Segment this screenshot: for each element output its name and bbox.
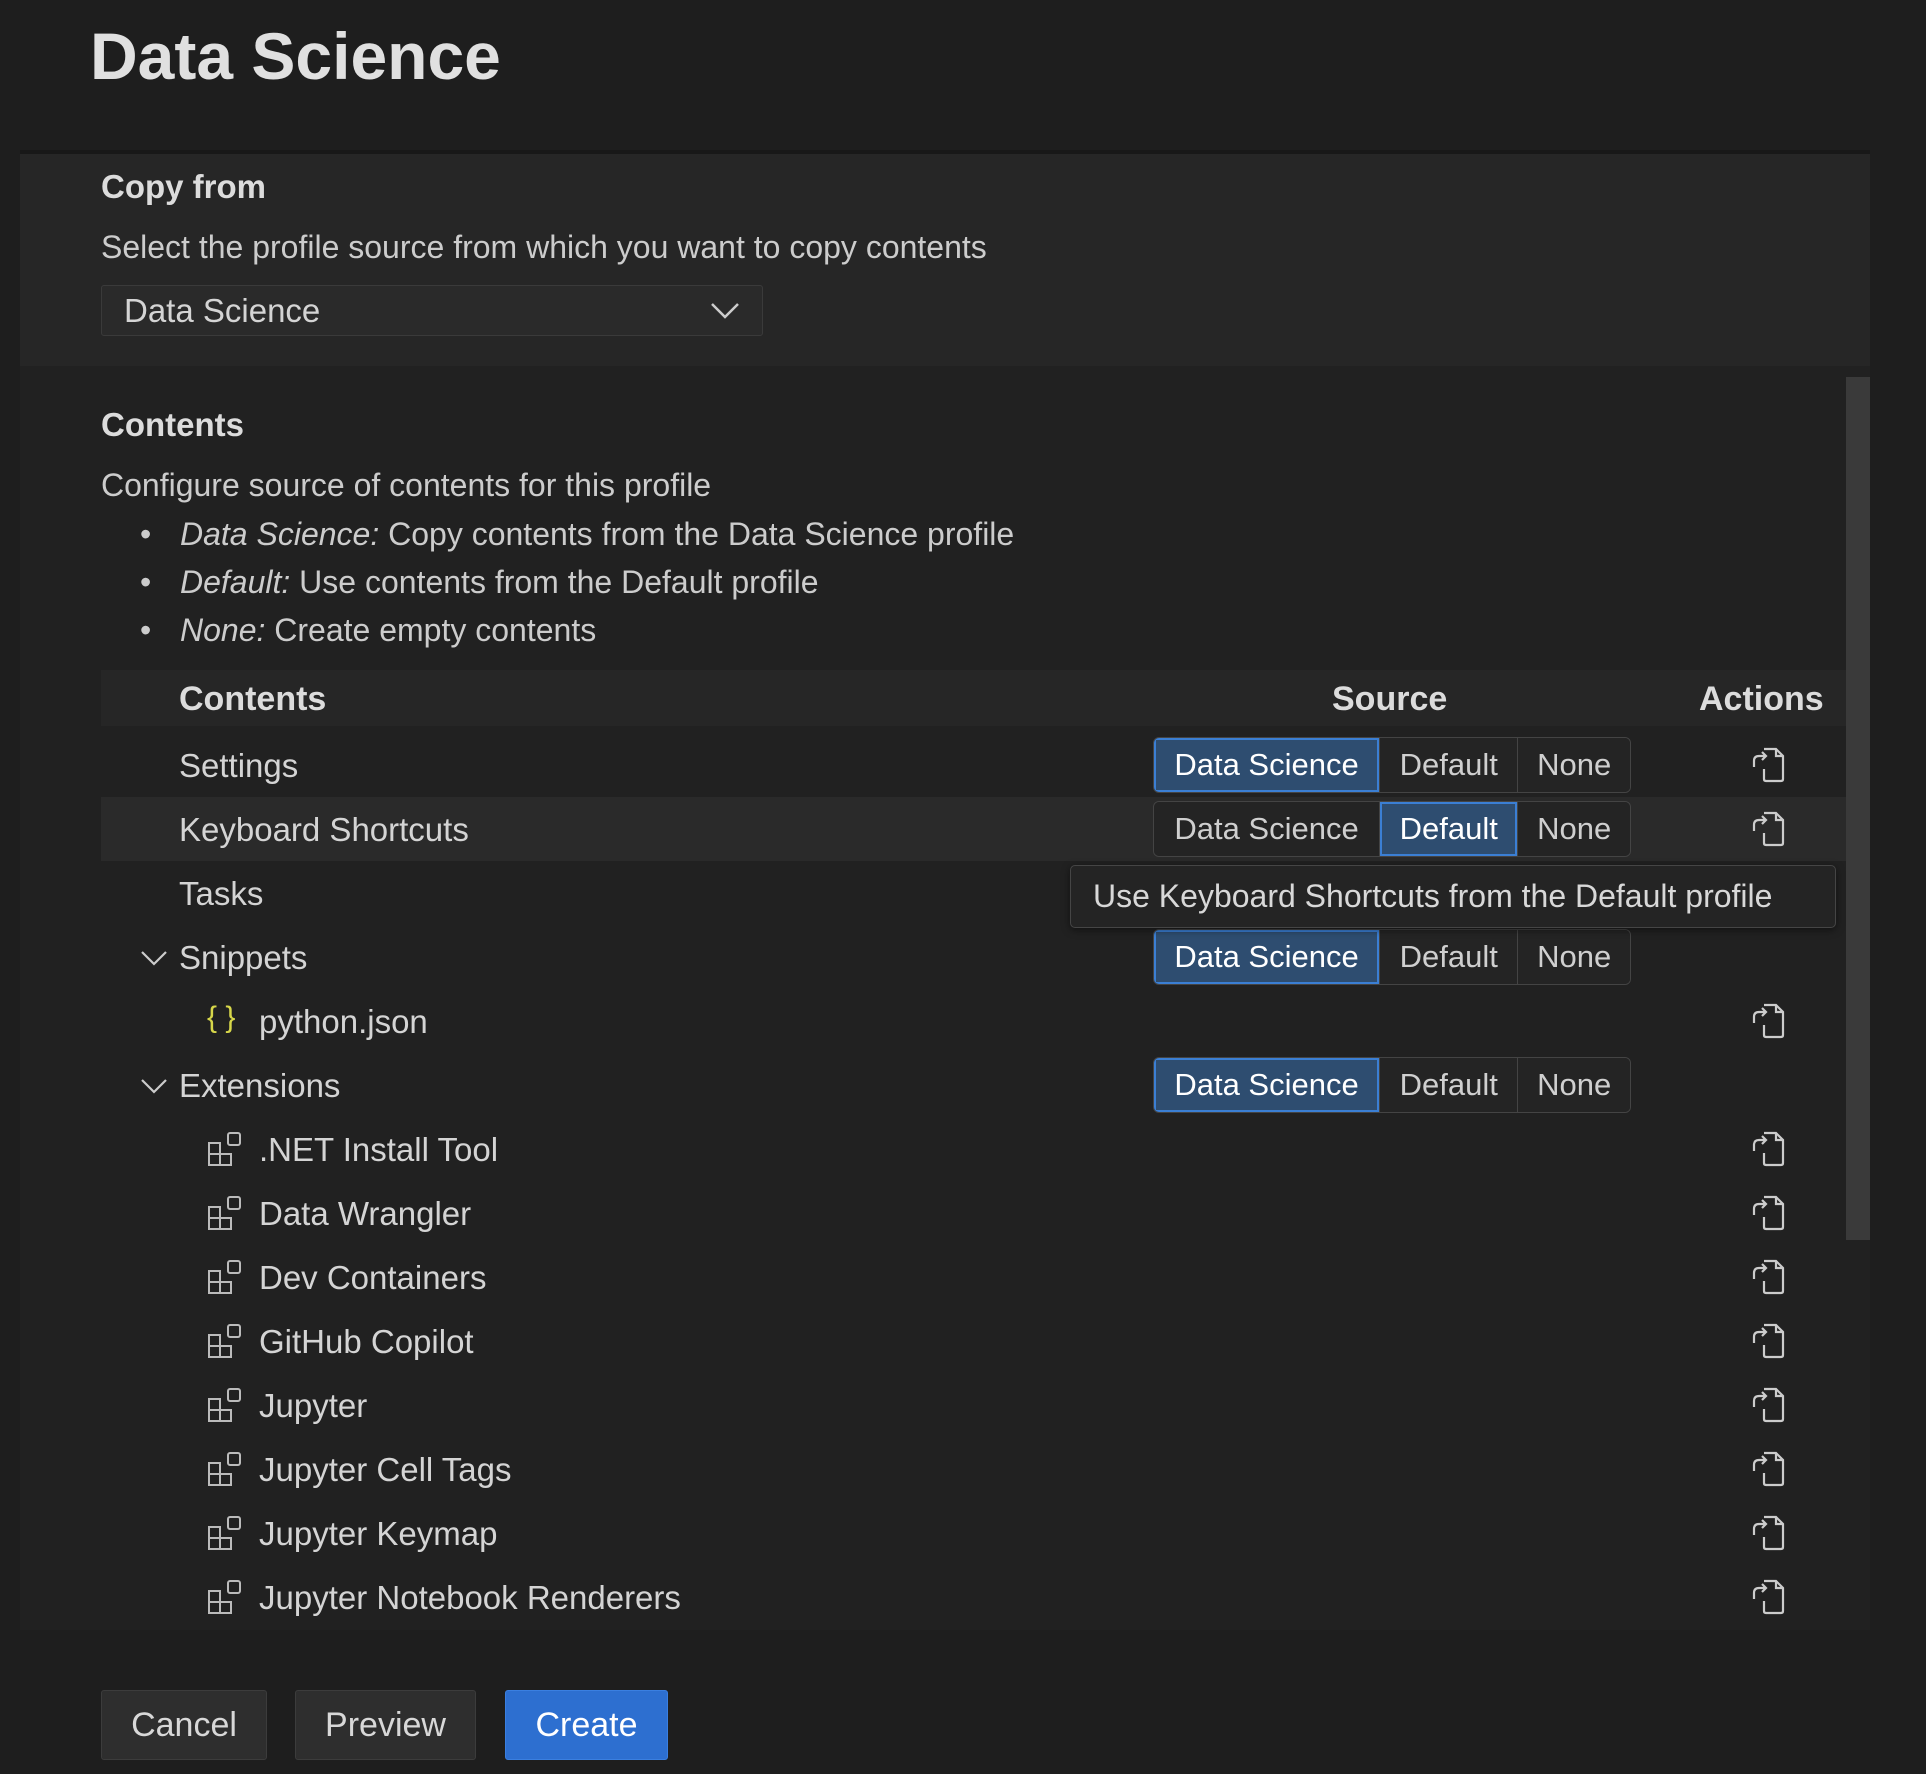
bullet-text: Use contents from the Default profile xyxy=(290,564,819,600)
source-option[interactable]: None xyxy=(1518,1058,1630,1112)
source-option[interactable]: None xyxy=(1518,738,1630,792)
open-file-icon[interactable] xyxy=(1748,1449,1788,1489)
open-file-icon[interactable] xyxy=(1748,1321,1788,1361)
create-button[interactable]: Create xyxy=(505,1690,668,1760)
table-row: Settings Data Science Default None xyxy=(101,733,1846,797)
extension-icon xyxy=(207,1387,243,1423)
table-row: Jupyter Keymap xyxy=(101,1501,1846,1565)
dropdown-value: Data Science xyxy=(124,291,321,329)
cancel-button[interactable]: Cancel xyxy=(101,1690,267,1760)
table-row: .NET Install Tool xyxy=(101,1117,1846,1181)
row-label: Data Wrangler xyxy=(259,1195,472,1232)
open-file-icon[interactable] xyxy=(1748,1129,1788,1169)
row-label: Dev Containers xyxy=(259,1259,487,1296)
row-label: Tasks xyxy=(179,875,264,912)
row-label: Keyboard Shortcuts xyxy=(179,811,469,848)
copy-from-dropdown[interactable]: Data Science xyxy=(101,285,763,336)
scrollbar[interactable] xyxy=(1846,377,1870,1240)
source-option[interactable]: Data Science xyxy=(1154,738,1381,792)
bullet-term: Default: xyxy=(180,564,291,600)
source-selector: Data Science Default None xyxy=(1153,737,1631,793)
bullet-term: Data Science: xyxy=(180,516,380,552)
source-option[interactable]: Default xyxy=(1380,738,1519,792)
chevron-down-icon[interactable] xyxy=(139,943,169,973)
source-option[interactable]: Default xyxy=(1380,1058,1519,1112)
row-label: Extensions xyxy=(179,1067,341,1104)
bullet-item: Default: Use contents from the Default p… xyxy=(140,564,819,601)
header-actions: Actions xyxy=(1699,680,1824,718)
extension-icon xyxy=(207,1515,243,1551)
table-row: GitHub Copilot xyxy=(101,1309,1846,1373)
row-label: python.json xyxy=(259,1003,428,1040)
header-source: Source xyxy=(1332,680,1448,718)
table-row: Keyboard Shortcuts Data Science Default Non… xyxy=(101,797,1846,861)
open-file-icon[interactable] xyxy=(1748,1257,1788,1297)
chevron-down-icon[interactable] xyxy=(139,1071,169,1101)
header-contents: Contents xyxy=(179,680,327,718)
bullet-text: Create empty contents xyxy=(265,612,597,648)
extension-icon xyxy=(207,1259,243,1295)
source-option[interactable]: Default xyxy=(1380,802,1519,856)
table-row: Jupyter Cell Tags xyxy=(101,1437,1846,1501)
source-option[interactable]: Default xyxy=(1380,930,1519,984)
source-option[interactable]: Data Science xyxy=(1154,802,1381,856)
extension-icon xyxy=(207,1451,243,1487)
source-selector: Data Science Default None xyxy=(1153,1057,1631,1113)
open-file-icon[interactable] xyxy=(1748,809,1788,849)
source-option[interactable]: None xyxy=(1518,802,1630,856)
source-option[interactable]: Data Science xyxy=(1154,1058,1381,1112)
bullet-text: Copy contents from the Data Science prof… xyxy=(379,516,1015,552)
row-label: Jupyter Notebook Renderers xyxy=(259,1579,681,1616)
table-row: Jupyter Notebook Renderers xyxy=(101,1565,1846,1629)
table-row: Extensions Data Science Default None xyxy=(101,1053,1846,1117)
preview-button[interactable]: Preview xyxy=(295,1690,476,1760)
row-label: .NET Install Tool xyxy=(259,1131,499,1168)
open-file-icon[interactable] xyxy=(1748,1001,1788,1041)
bullet-item: None: Create empty contents xyxy=(140,612,596,649)
copy-from-description: Select the profile source from which you… xyxy=(101,229,987,265)
page-title: Data Science xyxy=(90,19,501,93)
table-row: Data Wrangler xyxy=(101,1181,1846,1245)
tooltip: Use Keyboard Shortcuts from the Default … xyxy=(1070,865,1836,928)
source-selector: Data Science Default None xyxy=(1153,929,1631,985)
extension-icon xyxy=(207,1323,243,1359)
extension-icon xyxy=(207,1195,243,1231)
json-braces-icon: { } xyxy=(207,1001,236,1034)
copy-from-heading: Copy from xyxy=(101,168,266,205)
extension-icon xyxy=(207,1579,243,1615)
open-file-icon[interactable] xyxy=(1748,1385,1788,1425)
open-file-icon[interactable] xyxy=(1748,1577,1788,1617)
row-label: Snippets xyxy=(179,939,308,976)
contents-description: Configure source of contents for this pr… xyxy=(101,467,712,503)
chevron-down-icon xyxy=(711,302,739,319)
row-label: Settings xyxy=(179,747,299,784)
source-option[interactable]: Data Science xyxy=(1154,930,1381,984)
open-file-icon[interactable] xyxy=(1748,745,1788,785)
source-selector: Data Science Default None xyxy=(1153,801,1631,857)
open-file-icon[interactable] xyxy=(1748,1513,1788,1553)
open-file-icon[interactable] xyxy=(1748,1193,1788,1233)
contents-heading: Contents xyxy=(101,406,244,443)
row-label: Jupyter xyxy=(259,1387,368,1424)
table-row: Snippets Data Science Default None xyxy=(101,925,1846,989)
row-label: Jupyter Keymap xyxy=(259,1515,498,1552)
extension-icon xyxy=(207,1131,243,1167)
table-row: Jupyter xyxy=(101,1373,1846,1437)
row-label: Jupyter Cell Tags xyxy=(259,1451,512,1488)
table-row: Dev Containers xyxy=(101,1245,1846,1309)
bullet-term: None: xyxy=(180,612,266,648)
table-row: { } python.json xyxy=(101,989,1846,1053)
bullet-item: Data Science: Copy contents from the Dat… xyxy=(140,516,1014,553)
source-option[interactable]: None xyxy=(1518,930,1630,984)
table-header xyxy=(101,670,1846,726)
row-label: GitHub Copilot xyxy=(259,1323,474,1360)
